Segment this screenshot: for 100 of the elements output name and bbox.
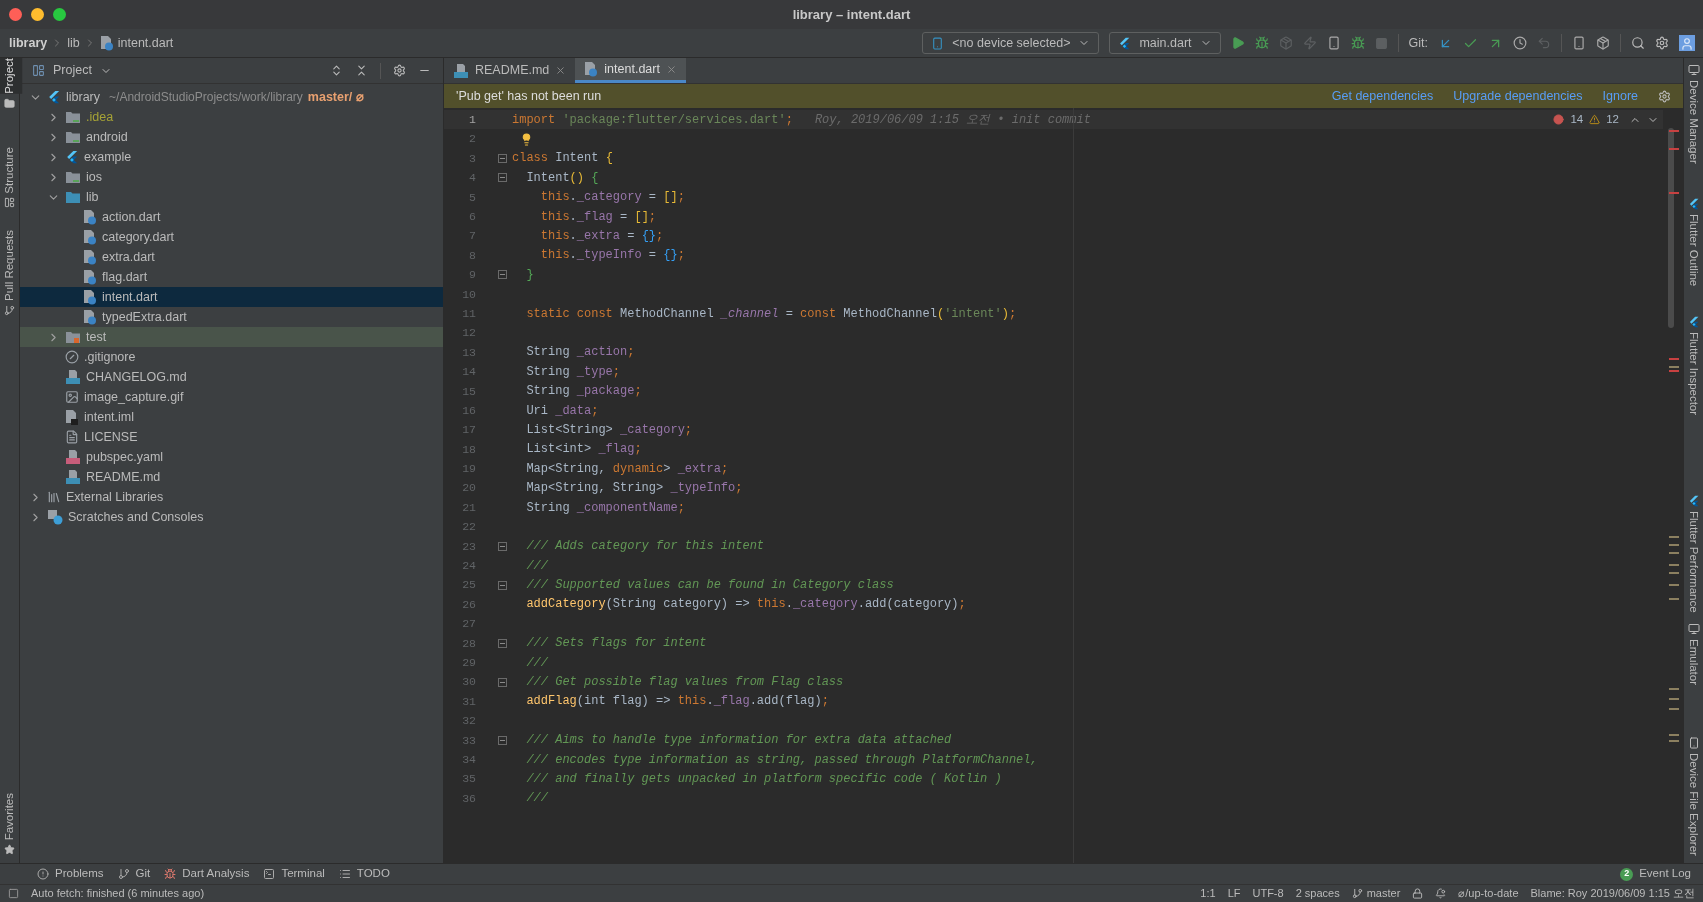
banner-link[interactable]: Ignore (1602, 86, 1638, 106)
structure-icon (4, 197, 15, 209)
tool-window-tab[interactable]: Structure (0, 146, 23, 194)
tool-window-tab[interactable]: TODO (331, 865, 397, 883)
tree-item[interactable]: External Libraries (20, 487, 443, 507)
git-branch-widget[interactable]: master (1351, 885, 1401, 902)
close-window-button[interactable] (9, 8, 22, 21)
tool-window-tab[interactable]: Project (0, 58, 23, 94)
rollback-icon[interactable] (1537, 36, 1551, 50)
tree-item[interactable]: .idea (20, 107, 443, 127)
attach-debugger-icon[interactable] (1350, 36, 1365, 50)
fold-marker-icon[interactable] (498, 638, 507, 648)
tab-label: intent.dart (604, 60, 660, 78)
code-line: String _package; (525, 383, 642, 401)
settings-icon[interactable] (1655, 36, 1669, 50)
debug-icon[interactable] (1254, 36, 1269, 50)
notification-icon[interactable] (1435, 888, 1447, 899)
tree-item[interactable]: flag.dart (20, 267, 443, 287)
caret-position[interactable]: 1:1 (1200, 885, 1216, 902)
banner-link[interactable]: Get dependencies (1331, 86, 1434, 106)
banner-link[interactable]: Upgrade dependencies (1453, 86, 1583, 106)
collapse-all-icon[interactable] (355, 64, 368, 77)
minimize-window-button[interactable] (31, 8, 44, 21)
tool-window-tab[interactable]: Flutter Inspector (1680, 331, 1703, 416)
tool-window-tab[interactable]: Emulator (1680, 638, 1703, 685)
history-icon[interactable] (1513, 36, 1527, 50)
tree-item[interactable]: lib (20, 187, 443, 207)
indent-setting[interactable]: 2 spaces (1295, 885, 1340, 902)
maximize-window-button[interactable] (53, 8, 66, 21)
tool-window-tab[interactable]: Git (110, 865, 158, 883)
line-number: 22 (462, 520, 476, 534)
file-encoding[interactable]: UTF-8 (1252, 885, 1284, 902)
fold-marker-icon[interactable] (498, 270, 507, 280)
code-line: static const MethodChannel _channel = const MethodChannel('intent'); (525, 305, 1017, 323)
vcs-status[interactable]: ⌀/up-to-date (1458, 885, 1519, 902)
tree-item[interactable]: .gitignore (20, 347, 443, 367)
tree-item[interactable]: intent.iml (20, 407, 443, 427)
panel-toggle-icon[interactable] (8, 888, 19, 899)
fold-marker-icon[interactable] (498, 735, 507, 745)
device-selector[interactable]: <no device selected> (922, 32, 1100, 54)
tree-item[interactable]: action.dart (20, 207, 443, 227)
tree-item[interactable]: example (20, 147, 443, 167)
lightbulb-icon[interactable] (520, 132, 533, 146)
tree-item[interactable]: test (20, 327, 443, 347)
tool-window-tab[interactable]: Favorites (0, 792, 23, 840)
tool-window-tab[interactable]: Problems (30, 865, 111, 883)
editor-tab[interactable]: intent.dart (575, 58, 686, 83)
fold-marker-icon[interactable] (498, 677, 507, 687)
expand-all-icon[interactable] (330, 64, 343, 77)
tree-item[interactable]: intent.dart (20, 287, 443, 307)
attach-device-icon[interactable] (1326, 36, 1341, 50)
tree-item[interactable]: Scratches and Consoles (20, 507, 443, 527)
tool-window-tab[interactable]: Terminal (256, 865, 332, 883)
run-icon[interactable] (1230, 36, 1245, 50)
close-icon[interactable] (555, 65, 567, 76)
tree-item[interactable]: extra.dart (20, 247, 443, 267)
editor-tab[interactable]: README.md (444, 58, 576, 83)
breadcrumb[interactable]: library (9, 33, 48, 53)
device-manager-icon[interactable] (1572, 36, 1586, 50)
event-log-button[interactable]: 2 Event Log (1620, 865, 1691, 883)
settings-icon[interactable] (393, 64, 406, 77)
tool-window-tab[interactable]: Pull Requests (0, 230, 23, 302)
warning-count[interactable]: 12 (1606, 111, 1619, 129)
tree-item[interactable]: category.dart (20, 227, 443, 247)
fold-marker-icon[interactable] (498, 580, 507, 590)
code-line: List<int> _flag; (525, 441, 642, 459)
account-avatar[interactable] (1679, 35, 1695, 51)
tree-item[interactable]: pubspec.yaml (20, 447, 443, 467)
fold-marker-icon[interactable] (498, 541, 507, 551)
error-count[interactable]: 14 (1570, 111, 1584, 129)
tree-item[interactable]: android (20, 127, 443, 147)
code-line: /// Adds category for this intent (525, 538, 765, 556)
tree-item[interactable]: image_capture.gif (20, 387, 443, 407)
tree-item[interactable]: ios (20, 167, 443, 187)
search-icon[interactable] (1631, 36, 1645, 50)
scrollbar-thumb[interactable] (1668, 128, 1674, 328)
tool-window-tab[interactable]: Dart Analysis (157, 865, 257, 883)
breadcrumb[interactable]: intent.dart (117, 33, 174, 53)
dart-file-icon (99, 35, 114, 51)
panel-title[interactable]: Project (53, 61, 92, 80)
tool-window-tab[interactable]: Device File Explorer (1680, 752, 1703, 856)
fold-marker-icon[interactable] (498, 173, 507, 183)
tool-window-tab[interactable]: Flutter Outline (1680, 213, 1703, 286)
tree-item[interactable]: library ~/AndroidStudioProjects/work/library master/ ⌀ (20, 87, 443, 107)
line-separator[interactable]: LF (1227, 885, 1241, 902)
tree-item[interactable]: typedExtra.dart (20, 307, 443, 327)
breadcrumb[interactable]: lib (67, 33, 80, 53)
tool-window-tab[interactable]: Flutter Performance (1680, 511, 1703, 613)
close-icon[interactable] (665, 63, 677, 75)
tool-window-tab[interactable]: Device Manager (1680, 80, 1703, 164)
bug-icon (164, 868, 177, 880)
stop-icon[interactable] (1374, 36, 1388, 50)
lock-icon[interactable] (1412, 888, 1424, 899)
fold-marker-icon[interactable] (498, 153, 507, 163)
settings-icon[interactable] (1658, 89, 1671, 103)
tree-item[interactable]: CHANGELOG.md (20, 367, 443, 387)
run-config-selector[interactable]: main.dart (1109, 32, 1221, 54)
tree-item[interactable]: LICENSE (20, 427, 443, 447)
blame-status[interactable]: Blame: Roy 2019/06/09 1:15 오전 (1530, 885, 1695, 902)
tree-item[interactable]: README.md (20, 467, 443, 487)
